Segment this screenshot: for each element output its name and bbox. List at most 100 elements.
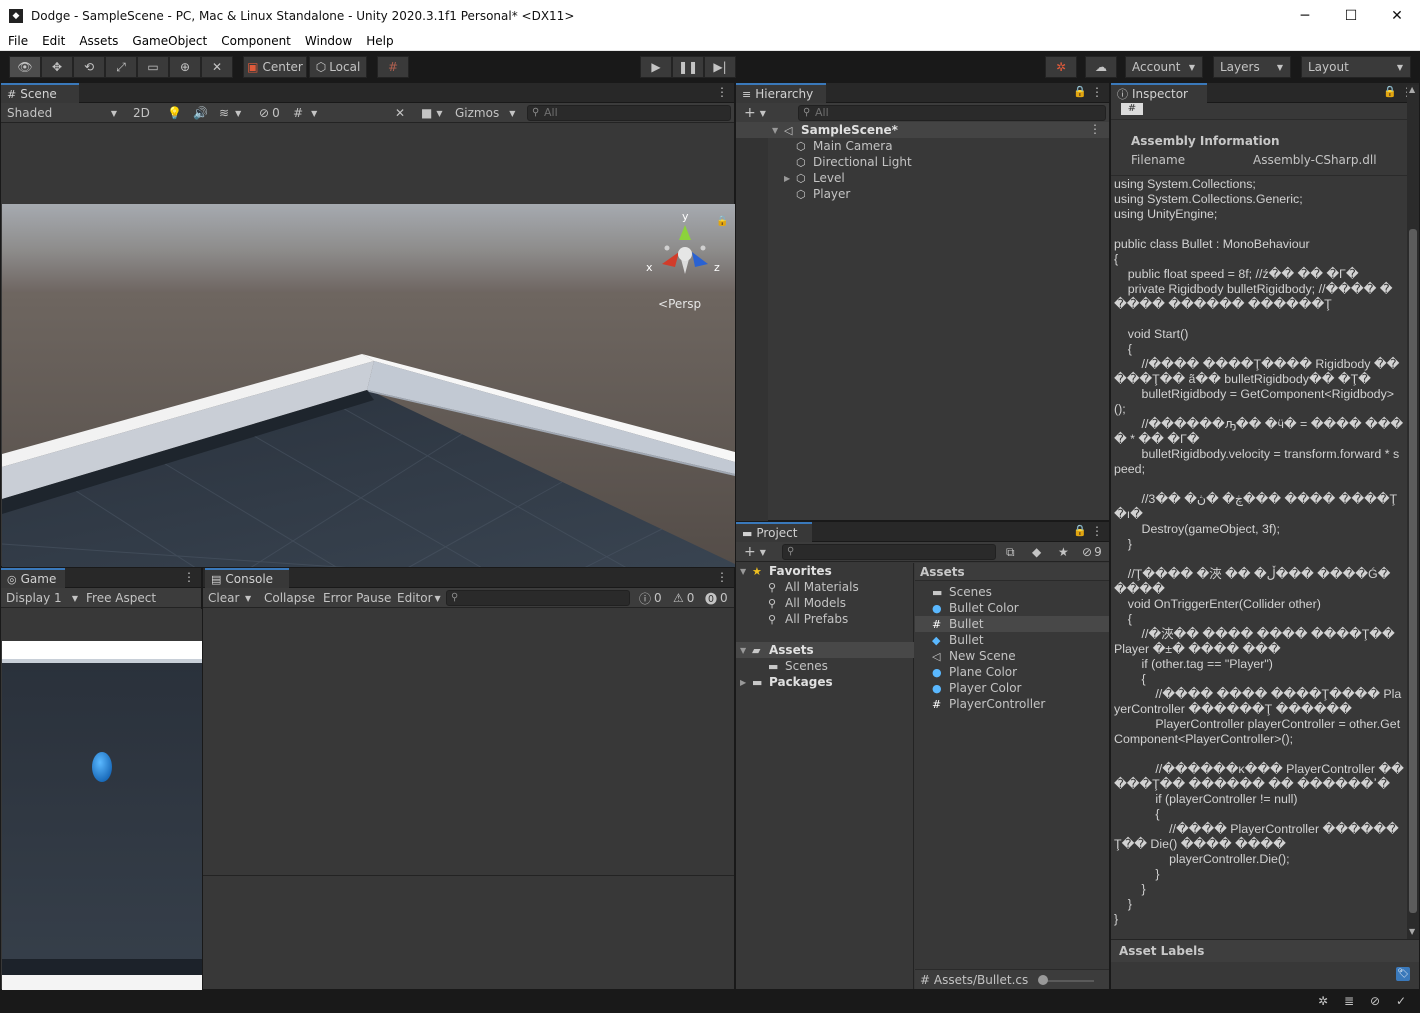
display-dropdown[interactable]: Display 1 ▼ [2, 589, 80, 607]
scene-search-input[interactable]: All [527, 105, 731, 121]
hierarchy-item[interactable]: ⬡ Main Camera [796, 138, 893, 154]
minimize-button[interactable]: ─ [1282, 0, 1328, 31]
asset-item[interactable]: ● Plane Color [932, 664, 1017, 680]
perspective-toggle[interactable]: <Persp [658, 297, 701, 311]
game-viewport[interactable] [2, 609, 202, 990]
hidden-objects-toggle[interactable]: ⊘ 0 [255, 104, 284, 122]
2d-toggle-button[interactable]: 2D [129, 104, 154, 122]
lock-icon[interactable]: 🔒 [1073, 524, 1087, 537]
rect-tool-button[interactable]: ▭ [137, 56, 169, 78]
tab-console[interactable]: ▤ Console [205, 568, 289, 588]
scrollbar-thumb[interactable] [1409, 229, 1417, 913]
asset-item[interactable]: ◆ Bullet [932, 632, 984, 648]
info-filter-toggle[interactable]: ⓘ 0 [635, 589, 666, 607]
filter-by-type-button[interactable]: ⧉ [1002, 543, 1019, 561]
asset-item[interactable]: ▬ Scenes [932, 584, 992, 600]
kebab-menu-icon[interactable]: ⋮ [716, 570, 728, 584]
kebab-menu-icon[interactable]: ⋮ [183, 570, 195, 584]
tab-project[interactable]: ▬ Project [736, 522, 812, 542]
lighting-toggle-button[interactable]: 💡 [163, 104, 186, 122]
menu-component[interactable]: Component [214, 34, 298, 48]
favorite-item[interactable]: ⚲ All Materials [768, 579, 859, 595]
transform-tool-button[interactable]: ⊕ [169, 56, 201, 78]
tab-hierarchy[interactable]: ≡ Hierarchy [736, 83, 826, 103]
hierarchy-item[interactable]: ⬡ Directional Light [796, 154, 912, 170]
expand-right-icon[interactable]: ▶ [784, 174, 796, 183]
scene-tools-button[interactable]: ✕ [391, 104, 409, 122]
warning-filter-toggle[interactable]: ⚠ 0 [669, 589, 698, 607]
account-dropdown[interactable]: Account ▼ [1125, 56, 1203, 78]
label-tag-icon[interactable]: 🏷 [1396, 967, 1410, 981]
database-icon[interactable]: ≣ [1344, 994, 1354, 1008]
menu-file[interactable]: File [0, 34, 35, 48]
assets-folder[interactable]: ▼ ▰ Assets [740, 642, 814, 658]
scale-tool-button[interactable]: ⤢ [105, 56, 137, 78]
favorites-folder[interactable]: ▼ ★ Favorites [740, 563, 832, 579]
gizmos-dropdown[interactable]: Gizmos ▼ [451, 104, 519, 122]
lock-icon[interactable]: 🔒 [716, 216, 728, 227]
icon-size-slider-thumb[interactable] [1038, 975, 1048, 985]
step-button[interactable]: ▶| [704, 56, 736, 78]
hierarchy-item[interactable]: ⬡ Player [796, 186, 850, 202]
tab-game[interactable]: ◎ Game [1, 568, 65, 588]
debug-icon[interactable]: ✲ [1318, 994, 1328, 1008]
view-tool-button[interactable]: 👁 [9, 56, 41, 78]
layout-dropdown[interactable]: Layout ▼ [1301, 56, 1411, 78]
error-filter-toggle[interactable]: ⓿0 [701, 589, 732, 607]
menu-edit[interactable]: Edit [35, 34, 72, 48]
console-log-list[interactable] [203, 609, 734, 875]
create-asset-dropdown[interactable]: + ▼ [740, 543, 770, 561]
grid-snap-button[interactable]: # [377, 56, 409, 78]
kebab-menu-icon[interactable]: ⋮ [1089, 122, 1101, 136]
pivot-center-button[interactable]: ▣ Center [243, 56, 307, 78]
scroll-up-icon[interactable]: ▲ [1409, 85, 1415, 94]
check-circle-icon[interactable]: ✓ [1396, 994, 1406, 1008]
scroll-down-icon[interactable]: ▼ [1409, 927, 1415, 936]
audio-toggle-button[interactable]: 🔊 [189, 104, 212, 122]
play-button[interactable]: ▶ [640, 56, 672, 78]
favorites-star-button[interactable]: ★ [1054, 543, 1073, 561]
auto-generate-lighting-icon[interactable]: ⊘ [1370, 994, 1380, 1008]
menu-assets[interactable]: Assets [72, 34, 125, 48]
menu-gameobject[interactable]: GameObject [125, 34, 214, 48]
console-search-input[interactable] [446, 590, 630, 606]
kebab-menu-icon[interactable]: ⋮ [1091, 524, 1103, 538]
custom-tool-button[interactable]: ✕ [201, 56, 233, 78]
shading-mode-dropdown[interactable]: Shaded ▼ [3, 104, 121, 122]
tab-scene[interactable]: # Scene [1, 83, 79, 103]
asset-item[interactable]: ● Player Color [932, 680, 1022, 696]
maximize-button[interactable]: ☐ [1328, 0, 1374, 31]
clear-options-dropdown[interactable]: ▼ [241, 589, 255, 607]
close-button[interactable]: ✕ [1374, 0, 1420, 31]
effects-dropdown[interactable]: ≋ ▼ [215, 104, 245, 122]
aspect-dropdown[interactable]: Free Aspect [82, 589, 160, 607]
hierarchy-item[interactable]: ▶ ⬡ Level [784, 170, 845, 186]
error-pause-button[interactable]: Error Pause [319, 589, 395, 607]
collab-button[interactable]: ✲ [1045, 56, 1077, 78]
favorite-item[interactable]: ⚲ All Models [768, 595, 846, 611]
packages-folder[interactable]: ▶ ▬ Packages [740, 674, 833, 690]
kebab-menu-icon[interactable]: ⋮ [1091, 85, 1103, 99]
asset-item[interactable]: ◁ New Scene [932, 648, 1016, 664]
scenes-folder[interactable]: ▬ Scenes [768, 658, 828, 674]
menu-help[interactable]: Help [359, 34, 400, 48]
asset-item[interactable]: ● Bullet Color [932, 600, 1019, 616]
editor-dropdown[interactable]: Editor ▼ [393, 589, 445, 607]
asset-item[interactable]: # PlayerController [932, 696, 1045, 712]
hidden-packages-toggle[interactable]: ⊘ 9 [1078, 543, 1106, 561]
menu-window[interactable]: Window [298, 34, 359, 48]
kebab-menu-icon[interactable]: ⋮ [716, 85, 728, 99]
inspector-scrollbar[interactable]: ▲ ▼ [1407, 85, 1419, 939]
lock-icon[interactable]: 🔒 [1073, 85, 1087, 98]
console-detail-area[interactable] [203, 876, 734, 989]
rotate-tool-button[interactable]: ⟲ [73, 56, 105, 78]
pivot-local-button[interactable]: ⬡ Local [309, 56, 367, 78]
asset-item-selected[interactable]: # Bullet [932, 616, 984, 632]
lock-icon[interactable]: 🔒 [1383, 85, 1397, 98]
hierarchy-search-input[interactable]: All [798, 105, 1106, 121]
grid-dropdown[interactable]: # ▼ [289, 104, 321, 122]
icon-size-slider[interactable] [1040, 980, 1094, 982]
collapse-button[interactable]: Collapse [260, 589, 319, 607]
camera-dropdown[interactable]: ■ ▼ [417, 104, 447, 122]
favorite-item[interactable]: ⚲ All Prefabs [768, 611, 848, 627]
